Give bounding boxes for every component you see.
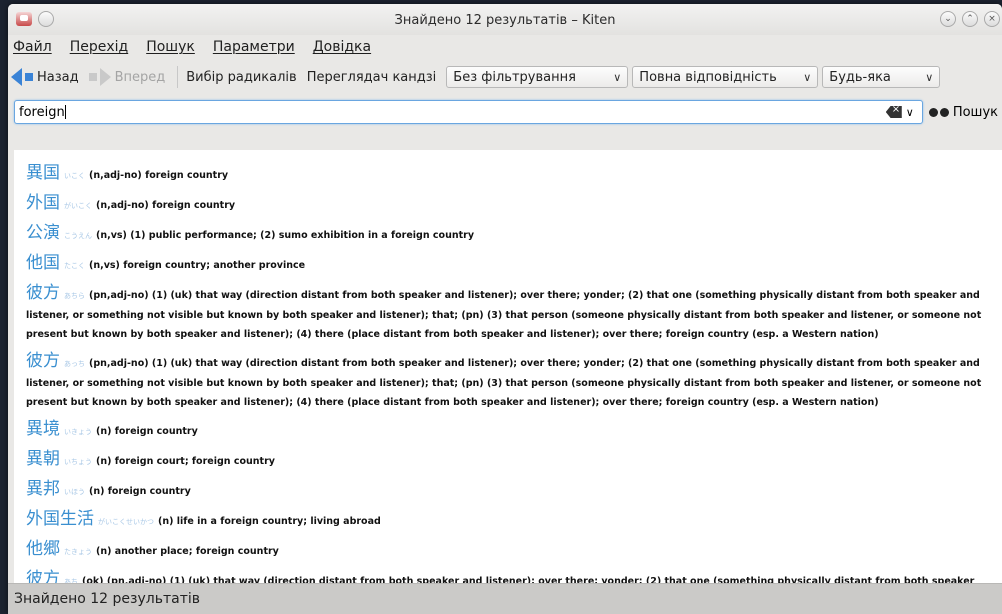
result-reading: いきょう: [64, 428, 92, 436]
result-definition: (n,adj-no) foreign country: [96, 200, 236, 211]
result-reading: あちら: [64, 292, 85, 300]
close-button[interactable]: ×: [984, 11, 1000, 27]
result-definition: (n) another place; foreign country: [96, 546, 279, 557]
chevron-down-icon: ∨: [803, 70, 812, 84]
radical-selection-button[interactable]: Вибір радикалів: [186, 70, 296, 85]
result-entry: 異邦 いほう (n) foreign country: [26, 474, 992, 499]
forward-arrow-icon: [99, 68, 111, 86]
result-kanji[interactable]: 彼方: [26, 283, 60, 303]
result-definition: (n,vs) (1) public performance; (2) sumo …: [96, 230, 475, 241]
history-dropdown-icon[interactable]: ∨: [906, 106, 914, 119]
result-definition: (n,vs) foreign country; another province: [89, 260, 306, 271]
results-list[interactable]: 異国 いこく (n,adj-no) foreign country 外国 がいこく (n,…: [14, 150, 1002, 584]
toolbar-separator: [177, 66, 179, 88]
result-reading: たきょう: [64, 548, 92, 556]
result-definition: (n) foreign country: [89, 486, 191, 497]
kiten-window: Знайдено 12 результатів – Kiten ⌄ ⌃ × Фа…: [8, 4, 1002, 614]
result-reading: あっち: [64, 360, 85, 368]
search-row: foreign ∨ Пошук: [8, 95, 1002, 129]
result-kanji[interactable]: 彼方: [26, 351, 60, 371]
result-kanji[interactable]: 外国: [26, 193, 60, 213]
search-button[interactable]: Пошук: [928, 104, 998, 120]
status-text: Знайдено 12 результатів: [14, 591, 200, 607]
result-definition: (pn,adj-no) (1) (uk) that way (direction…: [26, 290, 982, 340]
word-type-select-value: Будь-яка: [829, 69, 891, 85]
maximize-button[interactable]: ⌃: [962, 11, 978, 27]
result-definition: (n,adj-no) foreign country: [89, 170, 229, 181]
search-input-value: foreign: [19, 104, 65, 120]
result-kanji[interactable]: 他国: [26, 253, 60, 273]
result-definition: (n) life in a foreign country; living ab…: [158, 516, 381, 527]
result-entry: 異朝 いちょう (n) foreign court; foreign country: [26, 444, 992, 469]
result-kanji[interactable]: 異境: [26, 419, 60, 439]
result-entry: 異国 いこく (n,adj-no) foreign country: [26, 158, 992, 183]
match-type-select-value: Повна відповідність: [639, 69, 777, 85]
result-reading: こうえん: [64, 232, 92, 240]
forward-button[interactable]: Вперед: [88, 68, 166, 86]
filter-select[interactable]: Без фільтрування ∨: [446, 66, 629, 88]
forward-label: Вперед: [114, 69, 166, 85]
match-type-select[interactable]: Повна відповідність ∨: [632, 66, 819, 88]
main-toolbar: Назад Вперед Вибір радикалів Переглядач …: [8, 59, 1002, 95]
result-definition: (pn,adj-no) (1) (uk) that way (direction…: [26, 358, 982, 408]
title-bar[interactable]: Знайдено 12 результатів – Kiten ⌄ ⌃ ×: [8, 4, 1002, 35]
binoculars-icon: [928, 106, 949, 118]
result-entry: 彼方 あち (ok) (pn,adj-no) (1) (uk) that way (…: [26, 564, 992, 584]
search-button-label: Пошук: [952, 104, 998, 120]
result-entry: 彼方 あっち (pn,adj-no) (1) (uk) that way (dire…: [26, 346, 992, 409]
result-kanji[interactable]: 彼方: [26, 569, 60, 584]
result-kanji[interactable]: 外国生活: [26, 509, 94, 529]
result-entry: 外国 がいこく (n,adj-no) foreign country: [26, 188, 992, 213]
result-definition: (n) foreign country: [96, 426, 198, 437]
result-kanji[interactable]: 他郷: [26, 539, 60, 559]
result-reading: がいこくせいかつ: [98, 518, 154, 526]
back-button[interactable]: Назад: [11, 68, 79, 86]
result-entry: 彼方 あちら (pn,adj-no) (1) (uk) that way (dire…: [26, 278, 992, 341]
menu-settings[interactable]: Параметри: [213, 39, 295, 55]
filter-select-value: Без фільтрування: [453, 69, 576, 85]
result-reading: いこく: [64, 172, 85, 180]
result-reading: いちょう: [64, 458, 92, 466]
result-entry: 異境 いきょう (n) foreign country: [26, 414, 992, 439]
result-kanji[interactable]: 異邦: [26, 479, 60, 499]
chevron-down-icon: ∨: [613, 70, 622, 84]
result-entry: 公演 こうえん (n,vs) (1) public performance; (2)…: [26, 218, 992, 243]
result-reading: いほう: [64, 488, 85, 496]
back-arrow-icon: [11, 68, 22, 86]
menu-go[interactable]: Перехід: [70, 39, 129, 55]
chevron-down-icon: ∨: [925, 70, 934, 84]
menu-search[interactable]: Пошук: [146, 39, 195, 55]
minimize-button[interactable]: ⌄: [940, 11, 956, 27]
result-kanji[interactable]: 公演: [26, 223, 60, 243]
result-reading: たこく: [64, 262, 85, 270]
menu-bar: Файл Перехід Пошук Параметри Довідка: [8, 35, 1002, 59]
window-title: Знайдено 12 результатів – Kiten: [394, 13, 616, 28]
status-bar: Знайдено 12 результатів: [8, 583, 1002, 614]
result-kanji[interactable]: 異国: [26, 163, 60, 183]
result-reading: がいこく: [64, 202, 92, 210]
menu-file[interactable]: Файл: [13, 39, 52, 55]
result-kanji[interactable]: 異朝: [26, 449, 60, 469]
kanji-browser-button[interactable]: Переглядач кандзі: [307, 70, 437, 85]
result-definition: (n) foreign court; foreign country: [96, 456, 275, 467]
clear-text-icon[interactable]: [885, 106, 902, 118]
search-input[interactable]: foreign ∨: [14, 100, 923, 124]
result-entry: 外国生活 がいこくせいかつ (n) life in a foreign countr…: [26, 504, 992, 529]
result-entry: 他国 たこく (n,vs) foreign country; another pro…: [26, 248, 992, 273]
menu-help[interactable]: Довідка: [313, 39, 371, 55]
word-type-select[interactable]: Будь-яка ∨: [822, 66, 941, 88]
back-label: Назад: [37, 69, 79, 85]
result-entry: 他郷 たきょう (n) another place; foreign country: [26, 534, 992, 559]
